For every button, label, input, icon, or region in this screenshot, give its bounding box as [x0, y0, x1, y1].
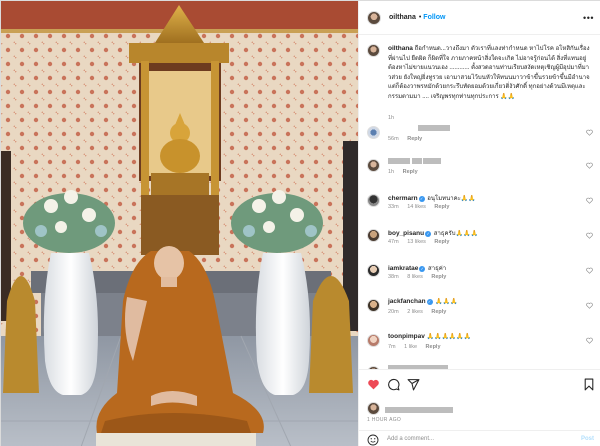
comment-text: 🙏🙏🙏🙏🙏🙏: [426, 334, 472, 340]
commenter-avatar[interactable]: [367, 299, 380, 312]
post-time-ago: 1 HOUR AGO: [367, 417, 402, 423]
post-header: oilthana • Follow •••: [359, 1, 600, 35]
commenter-avatar[interactable]: [367, 194, 380, 207]
comment-item: 1h Reply: [367, 158, 597, 182]
comment-like-icon[interactable]: [586, 302, 593, 309]
comment-time: 56m: [388, 136, 399, 142]
comment-time: 20m: [388, 309, 399, 315]
post-caption: oilthana ถือกำหนด...วางถึงมา ตัวเราที่แล…: [367, 44, 597, 121]
reply-button[interactable]: Reply: [426, 344, 441, 350]
comment-item: jackfanchan ✓ 🙏🙏🙏 20m 2 likes Reply: [367, 298, 597, 322]
comment-item: chermarn ✓ อนุโมทนาคะ🙏🙏 33m 14 likes Repl…: [367, 193, 597, 217]
comment-item: 56m Reply: [367, 125, 597, 149]
commenter-avatar[interactable]: [367, 126, 380, 139]
comment-likes[interactable]: 13 likes: [407, 239, 426, 245]
like-heart-icon[interactable]: [367, 378, 380, 391]
reply-button[interactable]: Reply: [407, 136, 422, 142]
post-side-panel: oilthana • Follow ••• oilthana ถือกำหนด.…: [358, 1, 600, 446]
reply-button[interactable]: Reply: [434, 239, 449, 245]
comments-list[interactable]: oilthana ถือกำหนด...วางถึงมา ตัวเราที่แล…: [359, 35, 600, 369]
add-comment-row: Add a comment... Post: [359, 430, 600, 446]
verified-badge-icon: ✓: [419, 266, 426, 272]
author-avatar[interactable]: [367, 10, 381, 25]
comment-item: toonpimpav 🙏🙏🙏🙏🙏🙏 7m 1 like Reply: [367, 333, 597, 357]
commenter-username[interactable]: toonpimpav: [388, 333, 425, 340]
header-separator: •: [418, 14, 422, 21]
commenter-avatar[interactable]: [367, 159, 380, 172]
redacted-comment: [423, 158, 442, 164]
redacted-username: [388, 158, 410, 164]
commenter-avatar[interactable]: [367, 264, 380, 277]
comment-text: สาธุค่า: [428, 266, 447, 272]
reply-button[interactable]: Reply: [403, 169, 418, 175]
caption-text: ถือกำหนด...วางถึงมา ตัวเราที่แลงท่ากำหนด…: [388, 46, 590, 100]
add-comment-input[interactable]: Add a comment...: [387, 436, 434, 442]
comment-like-icon[interactable]: [586, 129, 593, 136]
comment-like-icon[interactable]: [586, 232, 593, 239]
comment-time: 38m: [388, 274, 399, 280]
comment-time: 7m: [388, 344, 396, 350]
comment-time: 1h: [388, 169, 395, 175]
commenter-username[interactable]: boy_pisanu: [388, 230, 424, 237]
comment-like-icon[interactable]: [586, 162, 593, 169]
commenter-username[interactable]: iamkratae: [388, 265, 418, 272]
author-username[interactable]: oilthana: [389, 14, 416, 21]
bookmark-icon[interactable]: [583, 378, 595, 391]
caption-time: 1h: [388, 114, 395, 121]
temple-monk-photo: [1, 1, 358, 446]
likes-summary[interactable]: [367, 402, 453, 415]
commenter-avatar[interactable]: [367, 229, 380, 242]
post-photo[interactable]: [1, 1, 358, 446]
comment-like-icon[interactable]: [586, 197, 593, 204]
commenter-avatar[interactable]: [367, 334, 380, 347]
instagram-post-window: oilthana • Follow ••• oilthana ถือกำหนด.…: [0, 0, 600, 446]
reply-button[interactable]: Reply: [431, 274, 446, 280]
caption-avatar[interactable]: [367, 44, 380, 57]
redacted-username: [418, 125, 450, 131]
more-options-icon[interactable]: •••: [583, 13, 594, 23]
comment-text: 🙏🙏🙏: [435, 299, 458, 305]
verified-badge-icon: ✓: [425, 231, 432, 237]
comment-text: สาธุครับ🙏🙏🙏: [433, 231, 478, 237]
follow-button[interactable]: Follow: [423, 14, 445, 21]
reply-button[interactable]: Reply: [431, 309, 446, 315]
comment-time: 33m: [388, 204, 399, 210]
comment-like-icon[interactable]: [586, 337, 593, 344]
comment-likes[interactable]: 8 likes: [407, 274, 423, 280]
comment-icon[interactable]: [387, 378, 400, 391]
verified-badge-icon: ✓: [418, 196, 425, 202]
commenter-username[interactable]: jackfanchan: [388, 298, 426, 305]
emoji-icon[interactable]: [367, 434, 379, 446]
reply-button[interactable]: Reply: [434, 204, 449, 210]
comment-text: อนุโมทนาคะ🙏🙏: [427, 196, 476, 202]
comment-likes[interactable]: 1 like: [404, 344, 417, 350]
comment-item: boy_pisanu ✓ สาธุครับ🙏🙏🙏 47m 13 likes Rep…: [367, 228, 597, 252]
verified-badge-icon: ✓: [426, 299, 433, 305]
commenter-username[interactable]: chermarn: [388, 195, 418, 202]
redacted-likes-text: [384, 407, 453, 413]
comment-like-icon[interactable]: [586, 267, 593, 274]
caption-username[interactable]: oilthana: [388, 45, 413, 52]
liker-avatar[interactable]: [367, 402, 380, 415]
comment-time: 47m: [388, 239, 399, 245]
post-comment-button[interactable]: Post: [581, 436, 594, 442]
share-icon[interactable]: [407, 378, 420, 391]
post-actions: 1 HOUR AGO Add a comment... Post: [359, 369, 600, 446]
comment-likes[interactable]: 14 likes: [407, 204, 426, 210]
comment-likes[interactable]: 2 likes: [407, 309, 423, 315]
comment-item: iamkratae ✓ สาธุค่า 38m 8 likes Reply: [367, 263, 597, 287]
